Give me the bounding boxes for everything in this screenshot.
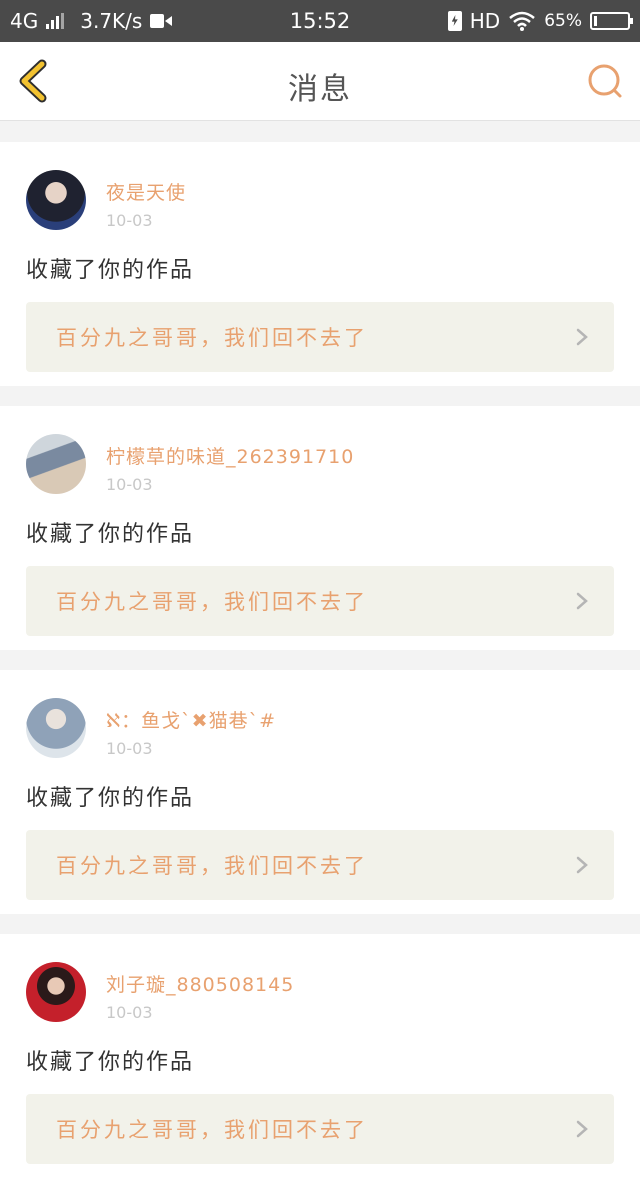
status-bar: 4G 3.7K/s 15:52 HD 65% <box>0 0 640 42</box>
work-title: 百分九之哥哥，我们回不去了 <box>56 326 368 350</box>
notification-card: 刘子璇_880508145 10-03 收藏了你的作品 百分九之哥哥，我们回不去… <box>0 934 640 1178</box>
chevron-right-icon <box>576 328 588 346</box>
username[interactable]: ℵ：鱼戈`✖猫巷`# <box>106 706 276 733</box>
battery-icon <box>590 12 633 30</box>
avatar[interactable] <box>26 170 86 230</box>
work-title: 百分九之哥哥，我们回不去了 <box>56 854 368 878</box>
hd-indicator: HD <box>469 9 501 33</box>
work-title: 百分九之哥哥，我们回不去了 <box>56 590 368 614</box>
date: 10-03 <box>106 739 153 758</box>
date: 10-03 <box>106 1003 153 1022</box>
app-header: 消息 <box>0 42 640 121</box>
chevron-right-icon <box>576 592 588 610</box>
action-text: 收藏了你的作品 <box>26 258 195 283</box>
username[interactable]: 夜是天使 <box>106 178 186 205</box>
date: 10-03 <box>106 211 153 230</box>
username[interactable]: 柠檬草的味道_262391710 <box>106 442 354 469</box>
notification-card: ℵ：鱼戈`✖猫巷`# 10-03 收藏了你的作品 百分九之哥哥，我们回不去了 <box>0 670 640 914</box>
notification-card: 柠檬草的味道_262391710 10-03 收藏了你的作品 百分九之哥哥，我们… <box>0 406 640 650</box>
battery-percent: 65% <box>544 11 582 31</box>
avatar[interactable] <box>26 962 86 1022</box>
avatar[interactable] <box>26 434 86 494</box>
action-text: 收藏了你的作品 <box>26 522 195 547</box>
notification-list: 夜是天使 10-03 收藏了你的作品 百分九之哥哥，我们回不去了 柠檬草的味道_… <box>0 122 640 1178</box>
date: 10-03 <box>106 475 153 494</box>
work-link[interactable]: 百分九之哥哥，我们回不去了 <box>26 566 614 636</box>
chevron-right-icon <box>576 1120 588 1138</box>
work-title: 百分九之哥哥，我们回不去了 <box>56 1118 368 1142</box>
work-link[interactable]: 百分九之哥哥，我们回不去了 <box>26 830 614 900</box>
work-link[interactable]: 百分九之哥哥，我们回不去了 <box>26 302 614 372</box>
notification-card: 夜是天使 10-03 收藏了你的作品 百分九之哥哥，我们回不去了 <box>0 142 640 386</box>
work-link[interactable]: 百分九之哥哥，我们回不去了 <box>26 1094 614 1164</box>
avatar[interactable] <box>26 698 86 758</box>
action-text: 收藏了你的作品 <box>26 1050 195 1075</box>
chevron-right-icon <box>576 856 588 874</box>
wifi-icon <box>509 11 536 31</box>
action-text: 收藏了你的作品 <box>26 786 195 811</box>
charging-icon <box>447 11 462 31</box>
username[interactable]: 刘子璇_880508145 <box>106 970 294 997</box>
page-title: 消息 <box>288 72 352 107</box>
search-icon[interactable] <box>586 62 624 100</box>
